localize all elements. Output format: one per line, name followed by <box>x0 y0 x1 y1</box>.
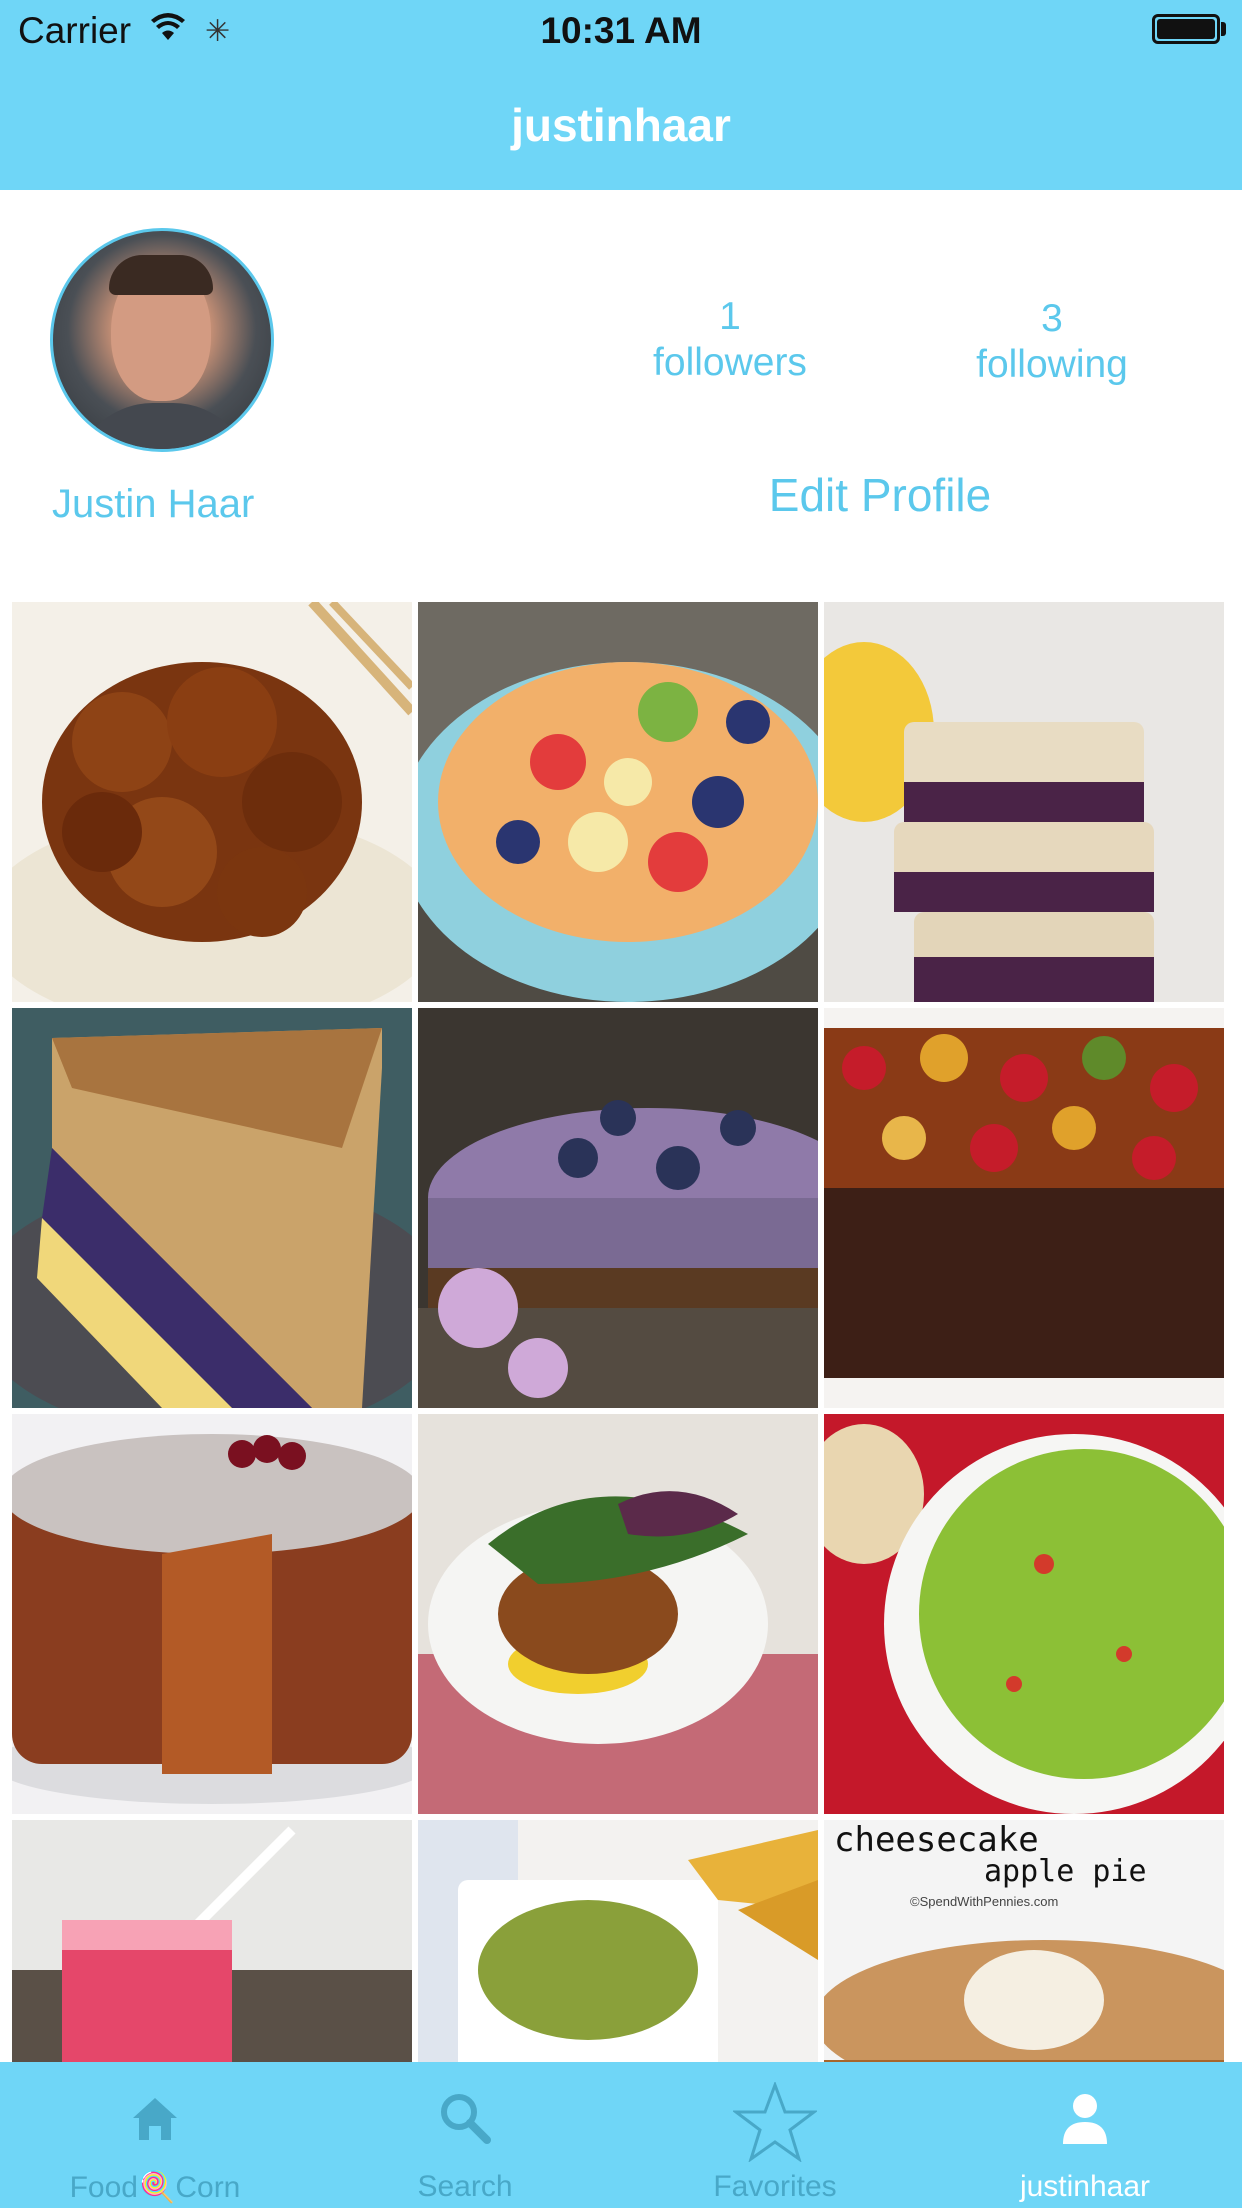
battery-tip <box>1221 22 1226 36</box>
clock: 10:31 AM <box>540 10 702 51</box>
photo-tile-blueberry-cheesecake[interactable] <box>418 1008 818 1408</box>
following-stat[interactable]: 3 following <box>952 296 1152 388</box>
photo-tile-spice-cake[interactable] <box>12 1414 412 1814</box>
tab-bar: Food🍭Corn Search Favorites justinhaar <box>0 2062 1242 2208</box>
navigation-bar: Carrier ✳ 10:31 AM justinhaar <box>0 0 1242 190</box>
page-title: justinhaar <box>511 99 731 151</box>
photo-tile-blueberry-bars[interactable] <box>824 602 1224 1002</box>
tab-profile-label: justinhaar <box>1019 2170 1151 2203</box>
followers-label: followers <box>653 341 807 384</box>
following-label: following <box>976 343 1128 386</box>
tab-home[interactable]: Food🍭Corn <box>0 2062 310 2208</box>
display-name: Justin Haar <box>52 482 255 526</box>
photo-tile-fruit-cake[interactable] <box>824 1008 1224 1408</box>
tab-search[interactable]: Search <box>310 2062 620 2208</box>
photo-tile-guacamole[interactable] <box>824 1414 1224 1814</box>
tab-home-label: Food🍭Corn <box>69 2171 241 2204</box>
recipe-photo-grid: cheesecake apple pie ©SpendWithPennies.c… <box>12 602 1230 2062</box>
edit-profile-button[interactable]: Edit Profile <box>740 468 1020 522</box>
photo-tile-cheesecake-apple-pie[interactable]: cheesecake apple pie ©SpendWithPennies.c… <box>824 1820 1224 2062</box>
tab-favorites-label: Favorites <box>713 2170 837 2203</box>
photo-tile-guacamole-chips[interactable] <box>418 1820 818 2062</box>
star-icon <box>733 2082 817 2162</box>
photo-tile-blueberry-pie[interactable] <box>12 1008 412 1408</box>
battery-icon <box>1152 14 1220 44</box>
tab-favorites[interactable]: Favorites <box>620 2062 930 2208</box>
tab-search-label: Search <box>417 2170 513 2203</box>
photo-tile-veggie-salad[interactable] <box>418 1414 818 1814</box>
person-icon <box>1063 2094 1107 2144</box>
photo-tile-fruit-salad[interactable] <box>418 602 818 1002</box>
status-bar: Carrier ✳ 10:31 AM <box>0 0 1242 60</box>
avatar[interactable] <box>50 228 274 452</box>
search-icon <box>441 2094 491 2144</box>
followers-count: 1 <box>719 295 741 338</box>
photo-tile-sesame-chicken[interactable] <box>12 602 412 1002</box>
following-count: 3 <box>1041 297 1063 340</box>
tab-profile[interactable]: justinhaar <box>930 2062 1240 2208</box>
followers-stat[interactable]: 1 followers <box>630 294 830 386</box>
home-icon <box>133 2098 177 2140</box>
photo-tile-smoothie[interactable] <box>12 1820 412 2062</box>
